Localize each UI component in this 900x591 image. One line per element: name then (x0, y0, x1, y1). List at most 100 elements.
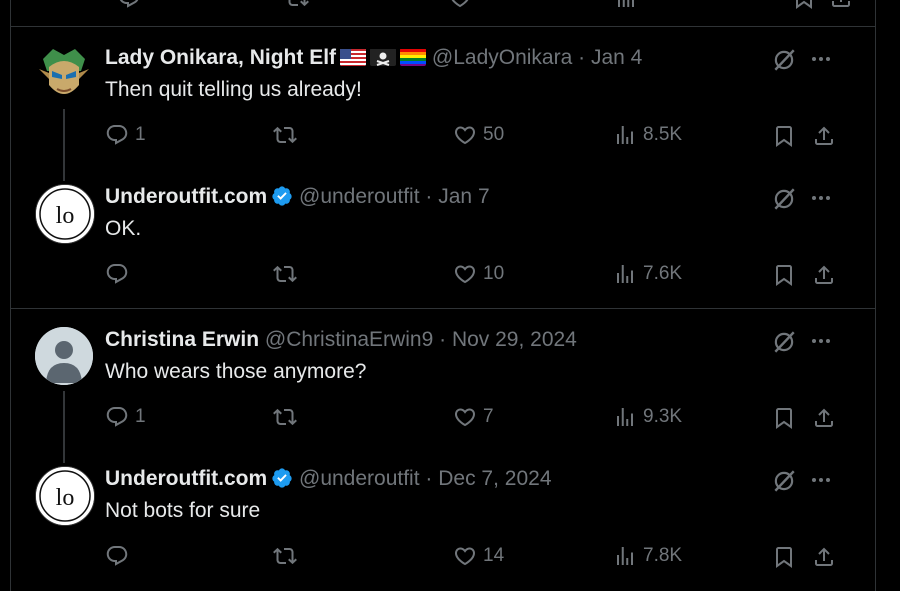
tweet[interactable]: lo Underoutfit.com @underoutfit · Jan 7 … (11, 184, 875, 304)
bookmark-button[interactable] (771, 544, 797, 570)
secondary-actions (771, 123, 837, 149)
reply-button[interactable]: 1 (105, 405, 146, 429)
tweet-text: Who wears those anymore? (105, 360, 367, 383)
tweet-text: OK. (105, 217, 142, 240)
like-icon (453, 405, 477, 429)
like-button[interactable]: 7 (453, 405, 494, 429)
like-button[interactable]: 50 (453, 123, 504, 147)
handle[interactable]: @LadyOnikara (432, 46, 572, 69)
reply-button[interactable] (105, 544, 135, 568)
view-count: 8.5K (643, 124, 683, 145)
repost-button[interactable] (273, 405, 303, 429)
repost-button[interactable] (273, 123, 303, 147)
display-name[interactable]: Christina Erwin (105, 328, 259, 351)
conversation-feed: Lady Onikara, Night Elf @LadyOnikara · J… (10, 0, 876, 591)
action-bar: 1 7 9.3K (105, 405, 875, 435)
separator-dot: · (578, 46, 586, 69)
tweet-header: Christina Erwin @ChristinaErwin9 · Nov 2… (105, 327, 577, 353)
repost-icon (273, 544, 297, 568)
underoutfit-logo-icon: lo (36, 467, 94, 525)
like-icon[interactable] (448, 0, 472, 10)
views-icon (613, 405, 637, 429)
timestamp[interactable]: Nov 29, 2024 (452, 328, 577, 351)
share-button[interactable] (811, 123, 837, 149)
grok-icon[interactable] (771, 329, 797, 355)
like-count: 50 (483, 124, 505, 145)
avatar[interactable]: lo (35, 184, 95, 244)
repost-icon (273, 405, 297, 429)
like-icon (453, 262, 477, 286)
more-icon[interactable] (809, 329, 833, 353)
tweet-header: Underoutfit.com @underoutfit · Dec 7, 20… (105, 466, 552, 492)
rainbow-flag-icon (400, 48, 427, 66)
previous-tweet-actions (105, 0, 875, 12)
reply-button[interactable]: 1 (105, 123, 146, 147)
views-button[interactable]: 9.3K (613, 405, 682, 429)
repost-button[interactable] (273, 544, 303, 568)
reply-icon (105, 262, 129, 286)
handle[interactable]: @underoutfit (299, 467, 420, 490)
share-button[interactable] (811, 544, 837, 570)
reply-icon (105, 405, 129, 429)
default-avatar-icon (35, 327, 93, 385)
display-name[interactable]: Underoutfit.com (105, 185, 267, 208)
share-button[interactable] (811, 405, 837, 431)
mask-avatar-icon (35, 45, 93, 103)
repost-icon (273, 262, 297, 286)
share-icon (812, 545, 836, 569)
share-icon[interactable] (829, 0, 853, 10)
views-button[interactable]: 7.8K (613, 544, 682, 568)
handle[interactable]: @ChristinaErwin9 (265, 328, 433, 351)
like-button[interactable]: 10 (453, 262, 504, 286)
view-count: 9.3K (643, 406, 683, 427)
like-button[interactable]: 14 (453, 544, 504, 568)
avatar[interactable] (35, 45, 93, 103)
timestamp[interactable]: Dec 7, 2024 (438, 467, 551, 490)
share-icon (812, 263, 836, 287)
more-icon[interactable] (809, 47, 833, 71)
reply-count: 1 (135, 406, 146, 427)
divider (11, 26, 875, 27)
display-name[interactable]: Underoutfit.com (105, 467, 267, 490)
repost-button[interactable] (273, 262, 303, 286)
tweet-header: Underoutfit.com @underoutfit · Jan 7 (105, 184, 490, 210)
more-icon[interactable] (809, 468, 833, 492)
views-button[interactable]: 8.5K (613, 123, 682, 147)
grok-icon[interactable] (771, 186, 797, 212)
action-bar: 10 7.6K (105, 262, 875, 292)
bookmark-icon (772, 545, 796, 569)
bookmark-button[interactable] (771, 262, 797, 288)
bookmark-button[interactable] (771, 405, 797, 431)
view-count: 7.8K (643, 545, 683, 566)
avatar[interactable] (35, 327, 93, 385)
more-icon[interactable] (809, 186, 833, 210)
bookmark-icon (772, 124, 796, 148)
like-icon (453, 544, 477, 568)
tweet[interactable]: lo Underoutfit.com @underoutfit · Dec 7,… (11, 466, 875, 591)
reply-icon[interactable] (117, 0, 141, 10)
avatar[interactable]: lo (35, 466, 95, 526)
bookmark-button[interactable] (771, 123, 797, 149)
display-name[interactable]: Lady Onikara, Night Elf (105, 46, 336, 69)
bookmark-icon[interactable] (792, 0, 816, 10)
tweet-text: Not bots for sure (105, 499, 261, 522)
tweet-text: Then quit telling us already! (105, 78, 362, 101)
reply-button[interactable] (105, 262, 135, 286)
repost-icon[interactable] (285, 0, 309, 10)
bookmark-icon (772, 406, 796, 430)
views-icon[interactable] (614, 0, 638, 10)
like-count: 10 (483, 263, 505, 284)
svg-text:lo: lo (56, 485, 75, 511)
tweet[interactable]: Christina Erwin @ChristinaErwin9 · Nov 2… (11, 327, 875, 463)
secondary-actions (771, 405, 837, 431)
share-button[interactable] (811, 262, 837, 288)
grok-icon[interactable] (771, 47, 797, 73)
views-button[interactable]: 7.6K (613, 262, 682, 286)
thread-line (63, 391, 65, 463)
timestamp[interactable]: Jan 7 (438, 185, 489, 208)
timestamp[interactable]: Jan 4 (591, 46, 642, 69)
grok-icon[interactable] (771, 468, 797, 494)
tweet[interactable]: Lady Onikara, Night Elf @LadyOnikara · J… (11, 45, 875, 181)
tweet-top-actions (771, 47, 833, 73)
handle[interactable]: @underoutfit (299, 185, 420, 208)
